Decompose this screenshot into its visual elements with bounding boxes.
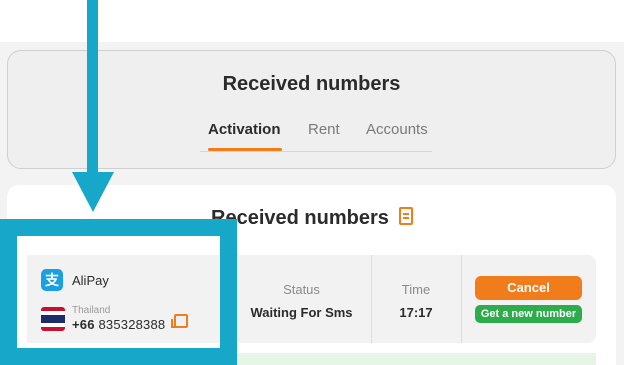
section-title: Received numbers <box>211 207 389 229</box>
tab-activation[interactable]: Activation <box>208 121 281 138</box>
pointer-arrow-head <box>72 172 114 212</box>
tab-accounts[interactable]: Accounts <box>366 121 428 138</box>
column-divider <box>461 255 462 343</box>
tab-bar: Activation Rent Accounts <box>200 117 432 152</box>
highlight-frame <box>0 219 237 365</box>
document-icon[interactable] <box>399 207 413 225</box>
status-label: Status <box>283 282 320 297</box>
get-new-number-button[interactable]: Get a new number <box>475 305 582 323</box>
status-value: Waiting For Sms <box>250 305 353 320</box>
time-label: Time <box>401 282 431 297</box>
time-value: 17:17 <box>399 305 433 320</box>
active-tab-indicator <box>208 148 282 151</box>
pointer-arrow <box>87 0 98 178</box>
cancel-button[interactable]: Cancel <box>475 276 582 300</box>
tab-rent[interactable]: Rent <box>308 121 340 138</box>
page-title: Received numbers <box>222 73 401 95</box>
next-row-preview <box>232 353 596 365</box>
header-card: Received numbers Activation Rent Account… <box>7 50 616 169</box>
column-divider <box>371 255 372 343</box>
